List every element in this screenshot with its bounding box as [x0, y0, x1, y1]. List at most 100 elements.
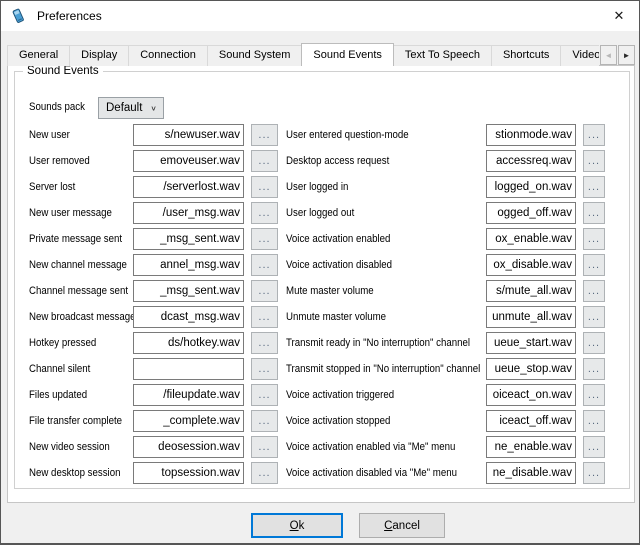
sound-events-left-column: New user ... User removed ... Server los… — [29, 124, 278, 488]
sound-file-input[interactable] — [486, 150, 576, 172]
browse-button[interactable]: ... — [251, 254, 278, 276]
tab-scroll-left-button[interactable]: ◄ — [600, 45, 617, 65]
row-private-message-sent: Private message sent ... — [29, 228, 278, 250]
close-button[interactable]: ✕ — [599, 1, 639, 30]
browse-button[interactable]: ... — [583, 150, 605, 172]
sound-file-input[interactable] — [486, 436, 576, 458]
sound-file-input[interactable] — [486, 176, 576, 198]
sound-file-input[interactable] — [133, 358, 244, 380]
sound-file-input[interactable] — [133, 384, 244, 406]
tab-sound-events[interactable]: Sound Events — [301, 43, 394, 66]
sound-file-input[interactable] — [133, 410, 244, 432]
row-unmute-master-volume: Unmute master volume ... — [286, 306, 605, 328]
browse-button[interactable]: ... — [251, 462, 278, 484]
row-new-user: New user ... — [29, 124, 278, 146]
row-files-updated: Files updated ... — [29, 384, 278, 406]
sound-file-input[interactable] — [133, 436, 244, 458]
browse-button[interactable]: ... — [583, 410, 605, 432]
browse-button[interactable]: ... — [251, 436, 278, 458]
browse-button[interactable]: ... — [583, 332, 605, 354]
sound-file-input[interactable] — [133, 462, 244, 484]
browse-button[interactable]: ... — [251, 384, 278, 406]
app-icon — [10, 8, 26, 24]
sound-file-input[interactable] — [486, 254, 576, 276]
row-new-broadcast-message: New broadcast message ... — [29, 306, 278, 328]
preferences-dialog: { "window": { "title": "Preferences" }, … — [0, 0, 640, 545]
tab-general[interactable]: General — [7, 45, 70, 66]
row-voice-activation-disabled: Voice activation disabled ... — [286, 254, 605, 276]
tab-connection[interactable]: Connection — [128, 45, 208, 66]
tab-video[interactable]: Video — [560, 45, 599, 66]
row-user-removed: User removed ... — [29, 150, 278, 172]
browse-button[interactable]: ... — [251, 306, 278, 328]
browse-button[interactable]: ... — [583, 228, 605, 250]
row-voice-activation-enabled-me-menu: Voice activation enabled via "Me" menu .… — [286, 436, 605, 458]
row-new-user-message: New user message ... — [29, 202, 278, 224]
browse-button[interactable]: ... — [583, 202, 605, 224]
sound-file-input[interactable] — [133, 228, 244, 250]
row-voice-activation-disabled-me-menu: Voice activation disabled via "Me" menu … — [286, 462, 605, 484]
ok-button[interactable]: Ok — [251, 513, 343, 538]
sounds-pack-label: Sounds pack — [29, 101, 93, 113]
browse-button[interactable]: ... — [251, 176, 278, 198]
sound-file-input[interactable] — [133, 280, 244, 302]
tab-display[interactable]: Display — [69, 45, 129, 66]
cancel-button[interactable]: Cancel — [359, 513, 445, 538]
sound-file-input[interactable] — [486, 332, 576, 354]
browse-button[interactable]: ... — [583, 124, 605, 146]
tab-text-to-speech[interactable]: Text To Speech — [393, 45, 492, 66]
browse-button[interactable]: ... — [251, 124, 278, 146]
browse-button[interactable]: ... — [251, 202, 278, 224]
title-bar: Preferences ✕ — [1, 1, 639, 31]
sound-file-input[interactable] — [486, 124, 576, 146]
browse-button[interactable]: ... — [583, 280, 605, 302]
browse-button[interactable]: ... — [251, 280, 278, 302]
sound-events-right-column: User entered question-mode ... Desktop a… — [286, 124, 605, 488]
row-channel-silent: Channel silent ... — [29, 358, 278, 380]
arrow-left-icon: ◄ — [605, 51, 613, 60]
sound-file-input[interactable] — [486, 358, 576, 380]
browse-button[interactable]: ... — [583, 358, 605, 380]
groupbox-title: Sound Events — [23, 65, 103, 77]
sounds-pack-select[interactable]: Default ∨ — [98, 97, 164, 119]
browse-button[interactable]: ... — [583, 384, 605, 406]
row-desktop-access-request: Desktop access request ... — [286, 150, 605, 172]
row-file-transfer-complete: File transfer complete ... — [29, 410, 278, 432]
browse-button[interactable]: ... — [583, 306, 605, 328]
tab-scroll-buttons: ◄ ► — [599, 45, 635, 65]
sound-file-input[interactable] — [133, 332, 244, 354]
row-mute-master-volume: Mute master volume ... — [286, 280, 605, 302]
sound-file-input[interactable] — [486, 462, 576, 484]
browse-button[interactable]: ... — [251, 332, 278, 354]
sound-file-input[interactable] — [133, 150, 244, 172]
sound-file-input[interactable] — [133, 176, 244, 198]
tab-shortcuts[interactable]: Shortcuts — [491, 45, 561, 66]
sound-file-input[interactable] — [133, 202, 244, 224]
sound-file-input[interactable] — [486, 280, 576, 302]
sound-file-input[interactable] — [486, 306, 576, 328]
browse-button[interactable]: ... — [251, 228, 278, 250]
window-title: Preferences — [37, 9, 102, 23]
sound-file-input[interactable] — [486, 202, 576, 224]
browse-button[interactable]: ... — [251, 358, 278, 380]
row-voice-activation-triggered: Voice activation triggered ... — [286, 384, 605, 406]
browse-button[interactable]: ... — [583, 254, 605, 276]
tab-sound-system[interactable]: Sound System — [207, 45, 303, 66]
row-hotkey-pressed: Hotkey pressed ... — [29, 332, 278, 354]
browse-button[interactable]: ... — [251, 410, 278, 432]
browse-button[interactable]: ... — [583, 436, 605, 458]
sound-file-input[interactable] — [486, 410, 576, 432]
browse-button[interactable]: ... — [583, 176, 605, 198]
sound-file-input[interactable] — [133, 306, 244, 328]
sound-file-input[interactable] — [133, 254, 244, 276]
sound-file-input[interactable] — [486, 228, 576, 250]
row-transmit-ready-no-interruption: Transmit ready in "No interruption" chan… — [286, 332, 605, 354]
tab-scroll-right-button[interactable]: ► — [618, 45, 635, 65]
tab-strip: General Display Connection Sound System … — [7, 43, 599, 66]
sound-file-input[interactable] — [133, 124, 244, 146]
row-server-lost: Server lost ... — [29, 176, 278, 198]
sound-file-input[interactable] — [486, 384, 576, 406]
row-user-logged-out: User logged out ... — [286, 202, 605, 224]
browse-button[interactable]: ... — [583, 462, 605, 484]
browse-button[interactable]: ... — [251, 150, 278, 172]
